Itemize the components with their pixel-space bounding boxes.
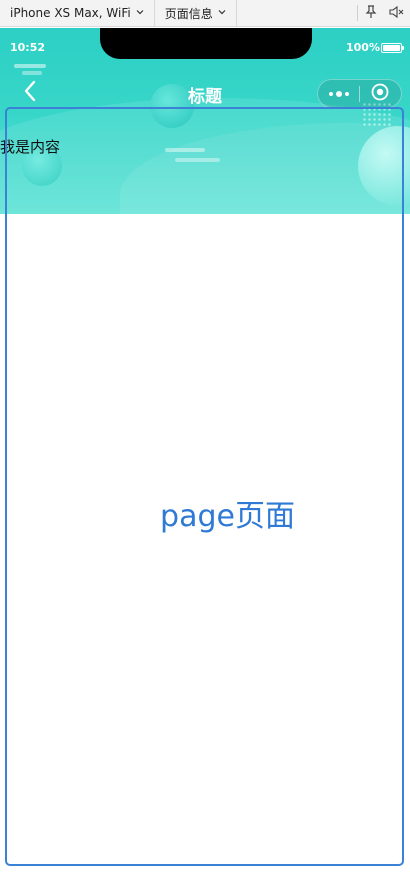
more-dots-icon bbox=[335, 90, 342, 97]
page-info-label: 页面信息 bbox=[164, 6, 213, 21]
mini-program-capsule bbox=[317, 79, 402, 108]
pin-button[interactable] bbox=[358, 0, 384, 27]
mute-button[interactable] bbox=[384, 0, 410, 27]
device-notch bbox=[100, 28, 312, 59]
page-label: page页面 bbox=[160, 499, 295, 534]
battery-icon bbox=[381, 43, 404, 53]
decorative-cloud bbox=[14, 64, 46, 68]
device-selector-label: iPhone XS Max, WiFi bbox=[10, 6, 131, 20]
status-time: 10:52 bbox=[10, 41, 46, 54]
target-circle-icon bbox=[371, 83, 389, 105]
pin-icon bbox=[365, 4, 377, 22]
battery-percent: 100% bbox=[346, 41, 380, 54]
close-button[interactable] bbox=[360, 80, 401, 107]
more-dots-icon bbox=[344, 91, 349, 96]
page-outline bbox=[5, 107, 404, 866]
phone-screen: 10:52 100% 标题 我是内容 page页面 bbox=[0, 28, 410, 881]
chevron-down-icon bbox=[136, 8, 144, 18]
page-info-dropdown[interactable]: 页面信息 bbox=[155, 0, 237, 27]
more-button[interactable] bbox=[318, 80, 359, 107]
device-selector[interactable]: iPhone XS Max, WiFi bbox=[0, 0, 155, 27]
simulator-toolbar: iPhone XS Max, WiFi 页面信息 bbox=[0, 0, 410, 27]
chevron-down-icon bbox=[218, 8, 226, 18]
decorative-cloud bbox=[22, 71, 42, 75]
more-dots-icon bbox=[328, 91, 333, 96]
speaker-mute-icon bbox=[389, 5, 405, 22]
